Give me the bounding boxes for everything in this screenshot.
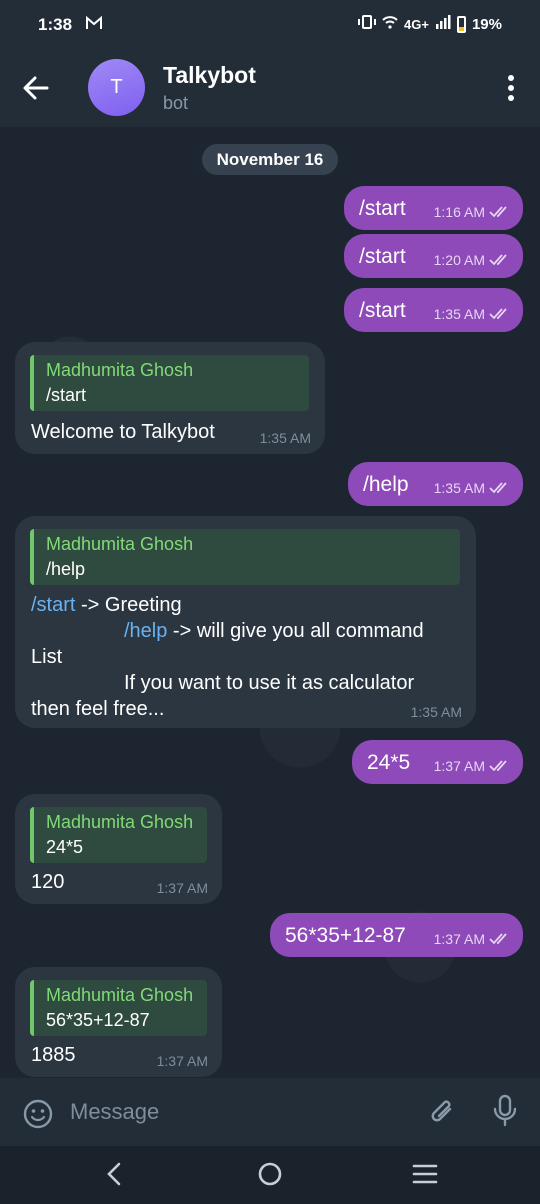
- wifi-icon: [382, 15, 398, 33]
- reply-text: 24*5: [46, 837, 84, 857]
- message-list[interactable]: November 16 /start 1:16 AM /start 1:20 A…: [0, 127, 540, 1078]
- message-text: Welcome to Talkybot: [31, 421, 215, 443]
- reply-author: Madhumita Ghosh: [46, 360, 194, 380]
- status-time: 1:38: [38, 15, 73, 34]
- reply-author: Madhumita Ghosh: [46, 812, 194, 832]
- nav-recents-icon[interactable]: [412, 1161, 438, 1192]
- back-arrow-icon[interactable]: [22, 74, 50, 107]
- reply-text: 56*35+12-87: [46, 1010, 150, 1030]
- reply-text: /start: [46, 385, 87, 405]
- message-line: List: [31, 646, 63, 668]
- read-checkmarks-icon: [489, 206, 507, 218]
- message-time: 1:37 AM: [156, 1053, 208, 1069]
- message-line: /start -> Greeting: [31, 594, 182, 616]
- reply-author: Madhumita Ghosh: [46, 985, 194, 1005]
- avatar[interactable]: T: [88, 59, 145, 116]
- read-checkmarks-icon: [489, 482, 507, 494]
- status-icons: 4G+ 19%: [358, 15, 502, 33]
- reply-author: Madhumita Ghosh: [46, 534, 194, 554]
- message-input[interactable]: Message: [70, 1099, 159, 1125]
- command-link[interactable]: /help: [124, 620, 167, 642]
- nav-home-icon[interactable]: [257, 1161, 283, 1192]
- message-time: 1:20 AM: [433, 252, 485, 268]
- screen: 1:38 4G+ 19% T Talkybot bot November 16 …: [0, 0, 540, 1204]
- network-type: 4G+: [404, 16, 429, 32]
- outgoing-message[interactable]: /help 1:35 AM: [348, 462, 523, 506]
- message-text: /start: [359, 299, 406, 322]
- message-time: 1:37 AM: [433, 758, 485, 774]
- system-nav-bar: [0, 1146, 540, 1204]
- incoming-message[interactable]: Madhumita Ghosh /help /start -> Greeting…: [15, 516, 476, 728]
- read-checkmarks-icon: [489, 933, 507, 945]
- battery-percent: 19%: [471, 15, 502, 33]
- command-link[interactable]: /start: [31, 594, 75, 616]
- message-line: /help -> will give you all command: [124, 620, 424, 642]
- message-text: 120: [31, 871, 65, 893]
- message-time: 1:37 AM: [433, 931, 485, 947]
- outgoing-message[interactable]: /start 1:20 AM: [344, 234, 523, 278]
- nav-back-icon[interactable]: [104, 1161, 124, 1192]
- message-time: 1:37 AM: [156, 880, 208, 896]
- date-separator: November 16: [202, 144, 338, 175]
- message-line: If you want to use it as calculator: [124, 672, 415, 694]
- reply-quote[interactable]: Madhumita Ghosh 24*5: [30, 807, 207, 863]
- vibrate-icon: [358, 15, 377, 33]
- reply-quote[interactable]: Madhumita Ghosh 56*35+12-87: [30, 980, 207, 1036]
- incoming-message[interactable]: Madhumita Ghosh /start Welcome to Talkyb…: [15, 342, 325, 454]
- chat-header: T Talkybot bot: [0, 50, 540, 127]
- message-time: 1:35 AM: [410, 704, 462, 720]
- message-time: 1:16 AM: [433, 204, 485, 220]
- reply-quote[interactable]: Madhumita Ghosh /help: [30, 529, 460, 585]
- incoming-message[interactable]: Madhumita Ghosh 24*5 120 1:37 AM: [15, 794, 222, 904]
- message-composer: Message: [0, 1078, 540, 1146]
- emoji-icon[interactable]: [22, 1098, 54, 1135]
- read-checkmarks-icon: [489, 308, 507, 320]
- chat-title[interactable]: Talkybot: [163, 62, 256, 89]
- outgoing-message[interactable]: /start 1:35 AM: [344, 288, 523, 332]
- message-text: 56*35+12-87: [285, 924, 406, 947]
- status-bar: 1:38 4G+ 19%: [0, 0, 540, 50]
- message-text: /start: [359, 197, 406, 220]
- more-options-icon[interactable]: [508, 75, 514, 105]
- battery-icon: [456, 15, 466, 33]
- message-text: 1885: [31, 1044, 76, 1066]
- gmail-icon: [86, 15, 102, 35]
- message-text: /start: [359, 245, 406, 268]
- read-checkmarks-icon: [489, 760, 507, 772]
- message-time: 1:35 AM: [433, 306, 485, 322]
- outgoing-message[interactable]: /start 1:16 AM: [344, 186, 523, 230]
- reply-text: /help: [46, 559, 86, 579]
- signal-icon: [435, 15, 451, 33]
- outgoing-message[interactable]: 24*5 1:37 AM: [352, 740, 523, 784]
- message-time: 1:35 AM: [433, 480, 485, 496]
- incoming-message[interactable]: Madhumita Ghosh 56*35+12-87 1885 1:37 AM: [15, 967, 222, 1077]
- outgoing-message[interactable]: 56*35+12-87 1:37 AM: [270, 913, 523, 957]
- message-time: 1:35 AM: [259, 430, 311, 446]
- message-line: then feel free...: [31, 698, 165, 720]
- read-checkmarks-icon: [489, 254, 507, 266]
- message-text: /help: [363, 473, 409, 496]
- chat-subtitle: bot: [163, 93, 189, 113]
- microphone-icon[interactable]: [492, 1094, 518, 1133]
- attach-icon[interactable]: [428, 1096, 458, 1133]
- message-text: 24*5: [367, 751, 411, 774]
- reply-quote[interactable]: Madhumita Ghosh /start: [30, 355, 309, 411]
